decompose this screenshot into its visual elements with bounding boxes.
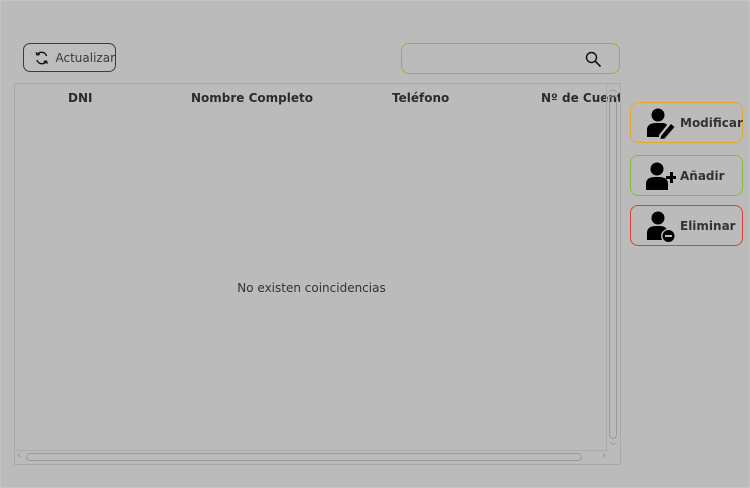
search-input[interactable] [410, 48, 584, 71]
delete-button[interactable]: Eliminar [630, 205, 743, 246]
scroll-down-icon[interactable]: ﹀ [609, 441, 617, 452]
horizontal-scroll-thumb[interactable] [26, 453, 582, 461]
scroll-up-icon[interactable]: ︿ [609, 84, 617, 94]
column-header-dni[interactable]: DNI [68, 91, 92, 105]
refresh-label: Actualizar [55, 50, 115, 65]
search-box [401, 43, 620, 74]
user-edit-icon [647, 108, 675, 139]
modify-button[interactable]: Modificar [630, 102, 743, 143]
refresh-button[interactable]: Actualizar [23, 43, 116, 72]
search-icon[interactable] [585, 51, 602, 68]
results-table: DNI Nombre Completo Teléfono Nº de Cuent… [14, 83, 621, 465]
empty-message: No existen coincidencias [237, 281, 386, 295]
add-button[interactable]: Añadir [630, 155, 743, 196]
vertical-scrollbar[interactable]: ︿ ﹀ [606, 84, 620, 451]
add-label: Añadir [680, 168, 725, 183]
scroll-left-icon[interactable]: ‹ [17, 451, 21, 461]
column-header-phone[interactable]: Teléfono [392, 91, 449, 105]
refresh-icon [35, 51, 48, 64]
table-header: DNI Nombre Completo Teléfono Nº de Cuent [15, 84, 620, 112]
scroll-right-icon[interactable]: › [602, 451, 606, 461]
user-add-icon [646, 162, 676, 190]
vertical-scroll-thumb[interactable] [609, 95, 617, 439]
modify-label: Modificar [680, 115, 743, 130]
user-remove-icon [647, 211, 675, 242]
horizontal-scrollbar[interactable]: ‹ › [15, 450, 608, 464]
delete-label: Eliminar [680, 218, 736, 233]
column-header-name[interactable]: Nombre Completo [191, 91, 313, 105]
